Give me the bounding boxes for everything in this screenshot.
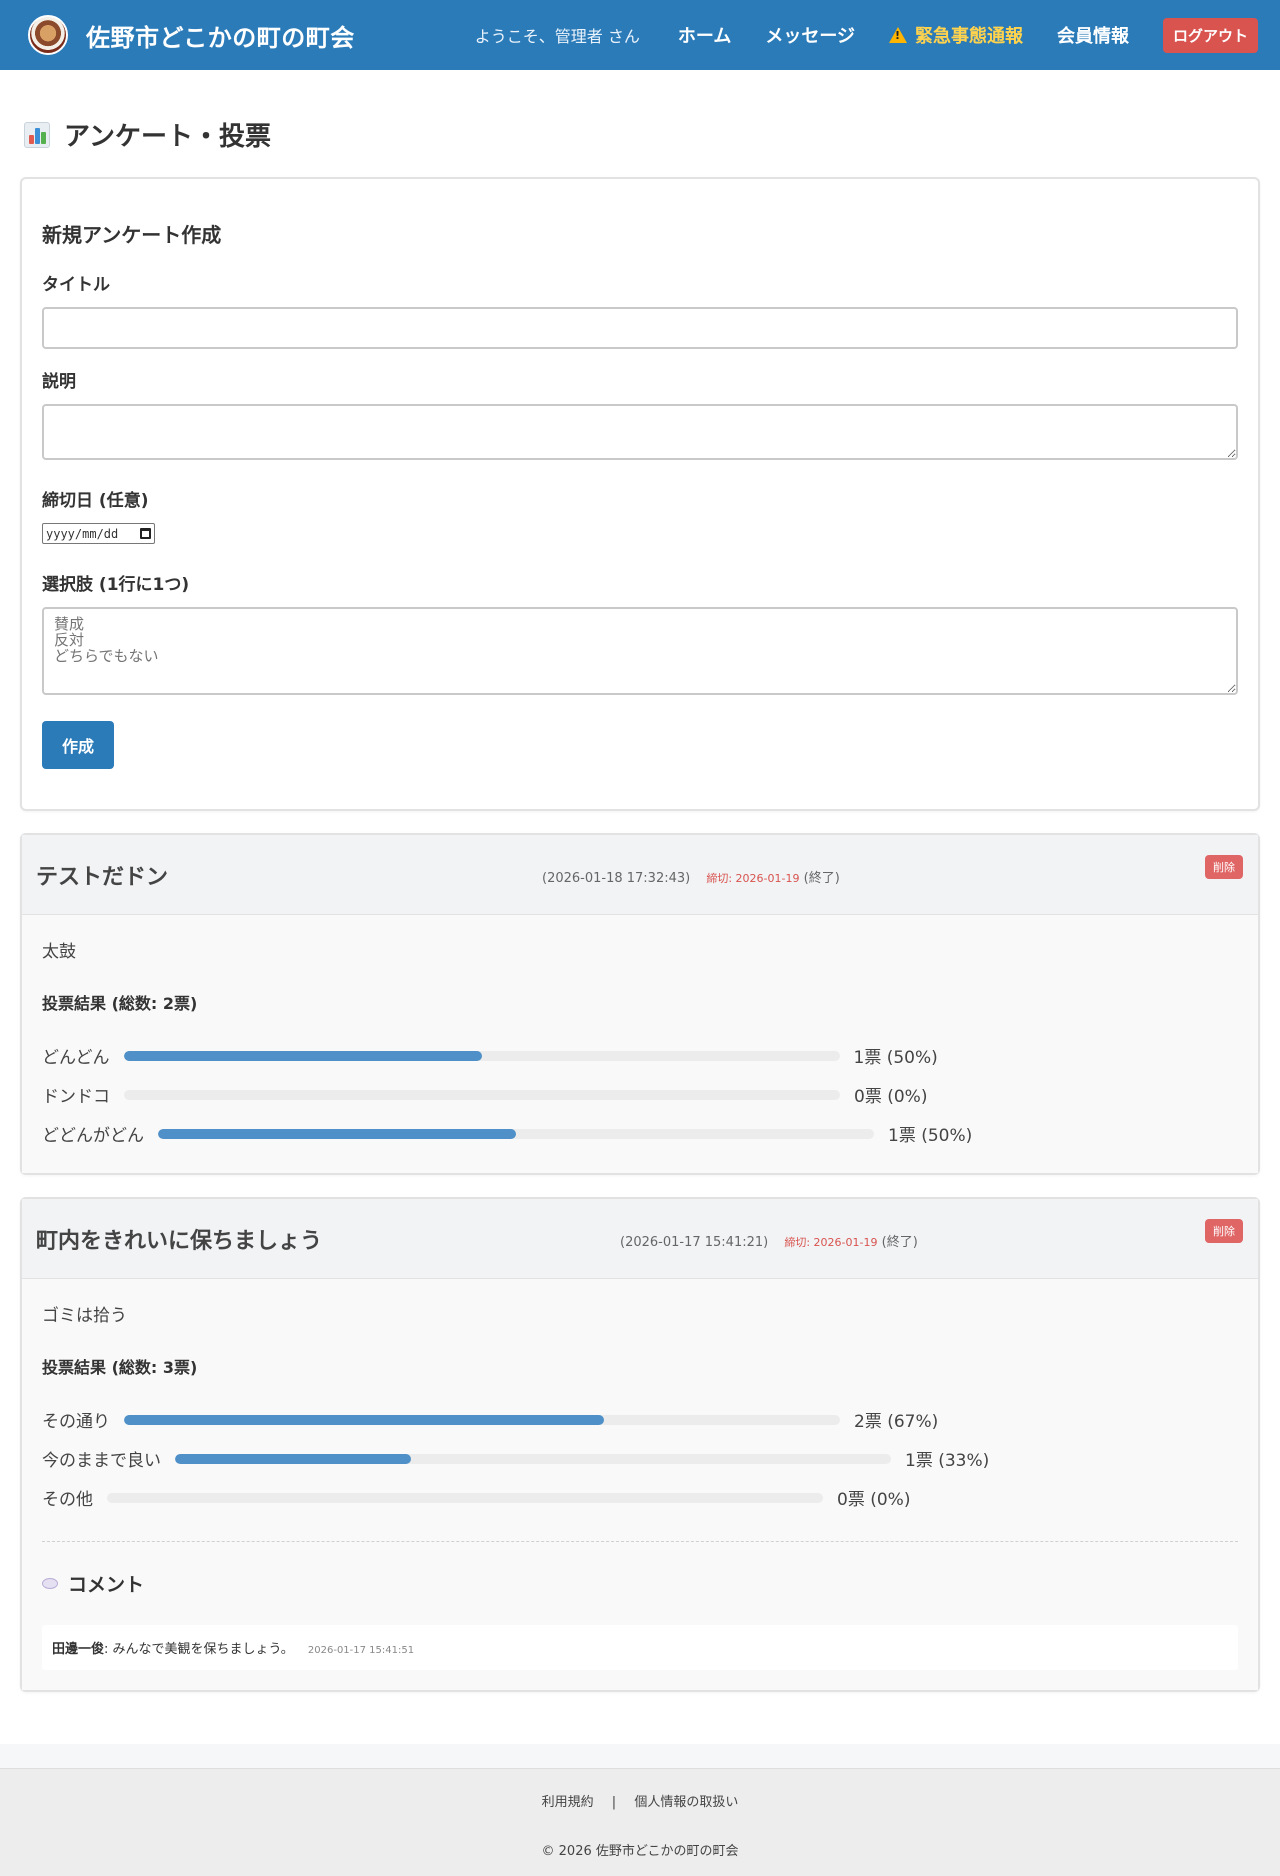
result-bar-fill — [123, 1050, 482, 1061]
results-list: その通り 2票 (67%) 今のままで良い 1票 (33%) その他 0票 (0… — [42, 1400, 1238, 1517]
welcome-text: ようこそ、管理者 さん — [474, 27, 640, 46]
result-value: 2票 (67%) — [854, 1412, 939, 1432]
result-value: 0票 (0%) — [854, 1087, 928, 1107]
result-label: どどんがどん — [42, 1126, 144, 1146]
deadline-label: 締切日 (任意) — [42, 491, 149, 511]
results-heading: 投票結果 (総数: 2票) — [42, 994, 198, 1013]
privacy-link[interactable]: 個人情報の取扱い — [634, 1795, 738, 1810]
result-row: その他 0票 (0%) — [42, 1478, 1238, 1517]
comments-heading: コメント — [42, 1570, 1238, 1597]
poll-description: 太鼓 — [42, 942, 76, 962]
result-row: その通り 2票 (67%) — [42, 1400, 1238, 1439]
speech-bubble-icon — [42, 1578, 58, 1589]
nav-messages-link[interactable]: メッセージ — [765, 22, 855, 48]
page-spacer — [0, 1744, 1280, 1768]
result-row: 今のままで良い 1票 (33%) — [42, 1439, 1238, 1478]
copyright: © 2026 佐野市どこかの町の町会 — [541, 1844, 739, 1859]
logout-button[interactable]: ログアウト — [1162, 17, 1258, 53]
create-button[interactable]: 作成 — [42, 721, 115, 769]
result-label: その通り — [42, 1412, 110, 1432]
result-bar-track — [175, 1453, 891, 1464]
poll-deadline: 締切: 2026-01-19 — [784, 1236, 878, 1249]
poll-title: テストだドン — [36, 864, 169, 890]
result-bar-track — [107, 1492, 823, 1503]
bar-chart-icon — [24, 121, 50, 148]
result-value: 1票 (50%) — [888, 1126, 973, 1146]
date-placeholder: yyyy/mm/dd — [46, 526, 119, 541]
poll-created-time: (2026-01-17 15:41:21) — [620, 1235, 769, 1250]
results-heading: 投票結果 (総数: 3票) — [42, 1358, 198, 1377]
result-row: ドンドコ 0票 (0%) — [42, 1075, 1238, 1114]
result-value: 1票 (33%) — [905, 1451, 990, 1471]
poll-deadline: 締切: 2026-01-19 — [706, 872, 800, 885]
result-row: どどんがどん 1票 (50%) — [42, 1114, 1238, 1153]
comment-author: 田邊一俊 — [52, 1642, 105, 1657]
result-value: 1票 (50%) — [853, 1048, 938, 1068]
page-title: アンケート・投票 — [24, 116, 1260, 153]
comments-heading-text: コメント — [68, 1574, 145, 1596]
delete-button[interactable]: 削除 — [1205, 1219, 1243, 1243]
options-label: 選択肢 (1行に1つ) — [42, 575, 190, 595]
result-bar-track — [124, 1414, 840, 1425]
page-title-text: アンケート・投票 — [64, 122, 271, 152]
nav-emergency-link[interactable]: 緊急事態通報 — [888, 22, 1023, 48]
main-nav: ようこそ、管理者 さん ホーム メッセージ 緊急事態通報 会員情報 ログアウト — [474, 17, 1258, 53]
comment-item: 田邊一俊: みんなで美観を保ちましょう。 2026-01-17 15:41:51 — [42, 1625, 1238, 1670]
warning-icon — [888, 27, 907, 43]
poll-description: ゴミは拾う — [42, 1306, 127, 1326]
delete-button[interactable]: 削除 — [1205, 855, 1243, 879]
result-row: どんどん 1票 (50%) — [42, 1036, 1238, 1075]
new-poll-form: 新規アンケート作成 タイトル 説明 締切日 (任意) yyyy/mm/dd 選択… — [20, 177, 1260, 811]
deadline-date-input[interactable]: yyyy/mm/dd — [42, 523, 155, 544]
title-input[interactable] — [42, 307, 1238, 349]
options-textarea[interactable] — [42, 607, 1238, 695]
site-logo[interactable] — [28, 15, 68, 55]
description-textarea[interactable] — [42, 404, 1238, 460]
nav-home-link[interactable]: ホーム — [678, 22, 731, 48]
result-bar-fill — [158, 1128, 516, 1139]
comments-section: コメント 田邊一俊: みんなで美観を保ちましょう。 2026-01-17 15:… — [42, 1541, 1238, 1670]
result-label: 今のままで良い — [42, 1451, 161, 1471]
footer-separator: | — [611, 1795, 617, 1810]
result-bar-track — [158, 1128, 874, 1139]
nav-members-link[interactable]: 会員情報 — [1057, 22, 1129, 48]
poll-card: テストだドン (2026-01-18 17:32:43) 締切: 2026-01… — [20, 833, 1260, 1175]
poll-header: 町内をきれいに保ちましょう (2026-01-17 15:41:21) 締切: … — [22, 1199, 1258, 1279]
poll-meta: (2026-01-17 15:41:21) 締切: 2026-01-19 (終了… — [620, 1231, 918, 1250]
result-value: 0票 (0%) — [837, 1490, 911, 1510]
poll-title: 町内をきれいに保ちましょう — [36, 1228, 323, 1254]
nav-emergency-label: 緊急事態通報 — [914, 26, 1023, 47]
result-label: ドンドコ — [42, 1087, 110, 1107]
site-title[interactable]: 佐野市どこかの町の町会 — [86, 18, 355, 53]
comment-text: : みんなで美観を保ちましょう。 — [104, 1642, 294, 1657]
calendar-icon[interactable] — [140, 528, 151, 539]
result-bar-fill — [175, 1453, 412, 1464]
footer-links: 利用規約 | 個人情報の取扱い — [0, 1791, 1280, 1810]
description-label: 説明 — [42, 372, 76, 392]
poll-header: テストだドン (2026-01-18 17:32:43) 締切: 2026-01… — [22, 835, 1258, 915]
poll-body: ゴミは拾う 投票結果 (総数: 3票) その通り 2票 (67%) 今のままで良… — [22, 1279, 1258, 1690]
result-bar-track — [123, 1050, 840, 1061]
poll-meta: (2026-01-18 17:32:43) 締切: 2026-01-19 (終了… — [542, 867, 840, 886]
top-navbar: 佐野市どこかの町の町会 ようこそ、管理者 さん ホーム メッセージ 緊急事態通報… — [0, 0, 1280, 70]
poll-status: (終了) — [881, 1235, 918, 1250]
results-list: どんどん 1票 (50%) ドンドコ 0票 (0%) どどんがどん 1票 (50… — [42, 1036, 1238, 1153]
poll-status: (終了) — [803, 871, 840, 886]
main-content: アンケート・投票 新規アンケート作成 タイトル 説明 締切日 (任意) yyyy… — [0, 70, 1280, 1744]
poll-body: 太鼓 投票結果 (総数: 2票) どんどん 1票 (50%) ドンドコ 0票 (… — [22, 915, 1258, 1173]
result-bar-fill — [124, 1414, 604, 1425]
poll-created-time: (2026-01-18 17:32:43) — [542, 871, 691, 886]
result-label: どんどん — [42, 1048, 110, 1068]
result-label: その他 — [42, 1490, 93, 1510]
title-label: タイトル — [42, 275, 110, 295]
poll-card: 町内をきれいに保ちましょう (2026-01-17 15:41:21) 締切: … — [20, 1197, 1260, 1692]
result-bar-track — [124, 1089, 840, 1100]
terms-link[interactable]: 利用規約 — [542, 1795, 594, 1810]
form-heading: 新規アンケート作成 — [42, 223, 222, 247]
comment-time: 2026-01-17 15:41:51 — [307, 1645, 415, 1656]
